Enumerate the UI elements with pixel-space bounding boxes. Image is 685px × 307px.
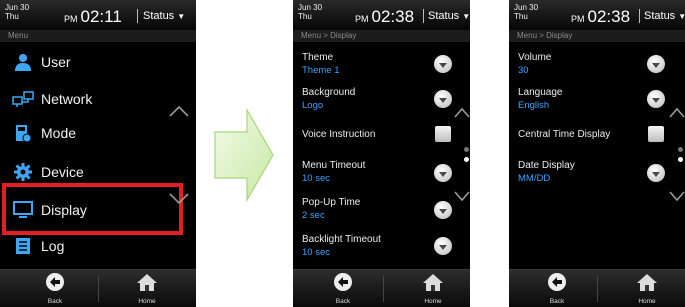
popup-time-dropdown-button[interactable] [434,201,452,219]
scroll-up-icon[interactable] [669,107,685,118]
scroll-down-icon[interactable] [454,191,470,202]
status-dropdown-button[interactable]: Status ▼ [428,10,470,22]
display-settings-screen-page-2: Jun 30 Thu PM 02:38 Status ▼ Menu > Displa… [509,0,685,307]
scroll-up-icon[interactable] [169,105,189,117]
setting-language: Language English [518,87,563,111]
setting-background: Background Logo [302,87,356,111]
home-icon [137,274,157,291]
clock: PM 02:38 [355,7,415,26]
home-icon [637,274,657,291]
status-dropdown-button[interactable]: Status ▼ [143,10,185,22]
menu-screen: Jun 30 Thu PM 02:11 Status ▼ Menu User Net… [0,0,196,307]
setting-central-time-display: Central Time Display [518,129,611,140]
menu-item-network[interactable]: Network [12,87,92,111]
back-button[interactable]: Back [35,272,75,305]
home-button[interactable]: Home [627,272,667,305]
network-icon [12,89,34,109]
page-indicator-dot-1 [464,147,469,152]
page-indicator-dot-2 [464,157,469,162]
menu-item-mode[interactable]: Mode [12,121,76,145]
status-bar: Jun 30 Thu PM 02:38 Status ▼ [293,0,470,30]
date-display: Jun 30 Thu [5,3,30,21]
menu-item-log[interactable]: Log [12,234,64,258]
bottom-nav-bar: Back Home [293,269,470,307]
home-icon [423,274,443,291]
mode-icon [12,123,34,143]
date-display: Jun 30 Thu [514,3,539,21]
back-arrow-icon [334,273,352,291]
gear-icon [12,162,34,182]
theme-dropdown-button[interactable] [434,55,452,73]
setting-date-display: Date Display MM/DD [518,160,575,184]
setting-menu-timeout: Menu Timeout 10 sec [302,160,366,184]
breadcrumb: Menu > Display [293,30,470,42]
menu-timeout-dropdown-button[interactable] [434,164,452,182]
clock: PM 02:11 [64,7,122,26]
page-indicator-dot-1 [678,147,683,152]
status-bar: Jun 30 Thu PM 02:38 Status ▼ [509,0,685,30]
setting-backlight-timeout: Backlight Timeout 10 sec [302,234,381,258]
scroll-down-icon[interactable] [669,191,685,202]
status-bar: Jun 30 Thu PM 02:11 Status ▼ [0,0,196,30]
home-button[interactable]: Home [127,272,167,305]
scroll-up-icon[interactable] [454,107,470,118]
status-dropdown-button[interactable]: Status ▼ [644,10,685,22]
bottom-nav-bar: Back Home [0,269,196,307]
page-indicator-dot-2 [678,157,683,162]
log-icon [12,236,34,256]
caret-down-icon: ▼ [177,12,186,21]
scroll-down-icon[interactable] [169,193,189,205]
setting-theme: Theme Theme 1 [302,52,340,76]
back-arrow-icon [46,273,64,291]
clock: PM 02:38 [571,7,631,26]
user-icon [12,52,34,72]
home-button[interactable]: Home [413,272,453,305]
setting-voice-instruction: Voice Instruction [302,129,376,140]
setting-volume: Volume 30 [518,52,552,76]
language-dropdown-button[interactable] [647,90,665,108]
caret-down-icon: ▼ [462,12,470,21]
back-arrow-icon [548,273,566,291]
menu-item-user[interactable]: User [12,50,71,74]
central-time-display-checkbox[interactable] [648,126,664,142]
back-button[interactable]: Back [537,272,577,305]
display-highlight-box [2,183,183,235]
breadcrumb: Menu > Display [509,30,685,42]
bottom-nav-bar: Back Home [509,269,685,307]
date-display: Jun 30 Thu [298,3,323,21]
breadcrumb: Menu [0,30,196,42]
date-display-dropdown-button[interactable] [647,164,665,182]
setting-popup-time: Pop-Up Time 2 sec [302,197,361,221]
display-settings-screen-page-1: Jun 30 Thu PM 02:38 Status ▼ Menu > Displa… [293,0,470,307]
voice-instruction-checkbox[interactable] [435,126,451,142]
caret-down-icon: ▼ [678,12,685,21]
menu-item-device[interactable]: Device [12,160,84,184]
background-dropdown-button[interactable] [434,90,452,108]
transition-arrow-icon [214,108,274,202]
back-button[interactable]: Back [323,272,363,305]
volume-dropdown-button[interactable] [647,55,665,73]
backlight-timeout-dropdown-button[interactable] [434,237,452,255]
